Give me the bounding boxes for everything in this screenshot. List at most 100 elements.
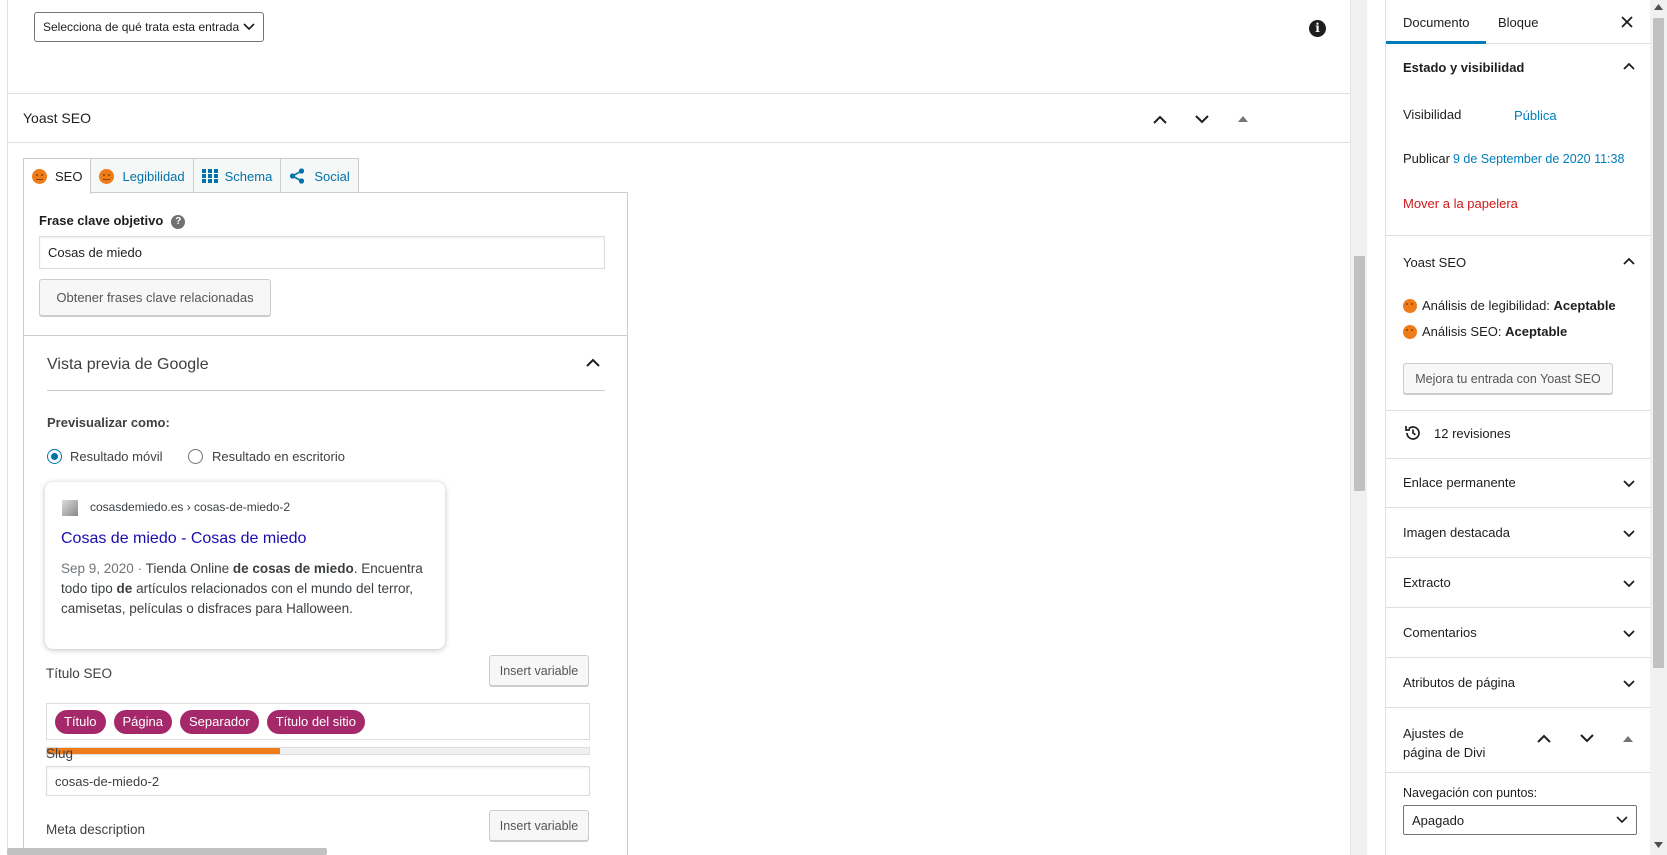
share-icon [290, 168, 305, 184]
tab-seo[interactable]: SEO [23, 158, 92, 194]
publish-date[interactable]: 9 de September de 2020 11:38 [1453, 152, 1624, 166]
editor-scrollbar[interactable] [1350, 0, 1367, 855]
smiley-icon [32, 169, 47, 184]
metabox-title: Yoast SEO [23, 110, 91, 126]
chevron-down-icon[interactable] [1620, 574, 1638, 592]
snippet-date: Sep 9, 2020 · [61, 561, 146, 576]
move-up-button[interactable] [1147, 106, 1173, 132]
excerpt-panel[interactable]: Extracto [1403, 575, 1451, 590]
divider [1386, 410, 1651, 411]
chevron-down-icon[interactable] [1620, 674, 1638, 692]
close-sidebar-button[interactable] [1615, 10, 1639, 34]
yoast-tabs: SEO Legibilidad Schema Social [23, 158, 359, 194]
snippet-bold: de cosas de miedo [232, 561, 354, 576]
scroll-up-arrow-icon[interactable] [1654, 4, 1663, 10]
tab-seo-label: SEO [55, 169, 83, 184]
google-preview-title[interactable]: Vista previa de Google [47, 356, 209, 374]
snippet-url: cosasdemiedo.es › cosas-de-miedo-2 [90, 500, 291, 514]
chevron-up-icon[interactable] [1537, 734, 1551, 743]
variable-pill[interactable]: Título [55, 709, 106, 734]
visibility-value[interactable]: Pública [1514, 108, 1557, 123]
preview-as-label: Previsualizar como: [47, 415, 170, 430]
info-icon[interactable]: i [1309, 20, 1326, 37]
sidebar-tabs: Documento Bloque [1386, 0, 1651, 44]
featured-image-panel[interactable]: Imagen destacada [1403, 525, 1510, 540]
revisions-link[interactable]: 12 revisiones [1434, 426, 1511, 441]
post-format-select[interactable]: Selecciona de qué trata esta entrada [34, 12, 264, 42]
move-to-trash-link[interactable]: Mover a la papelera [1403, 196, 1518, 211]
slug-value: cosas-de-miedo-2 [55, 773, 160, 789]
divi-settings-title[interactable]: Ajustes de página de Divi [1403, 724, 1485, 762]
improve-with-yoast-button[interactable]: Mejora tu entrada con Yoast SEO [1403, 363, 1613, 394]
chevron-down-icon[interactable] [1620, 624, 1638, 642]
tab-block[interactable]: Bloque [1481, 0, 1555, 44]
page-attributes-panel[interactable]: Atributos de página [1403, 675, 1515, 690]
variable-pill[interactable]: Página [113, 709, 172, 734]
variable-pill[interactable]: Título del sitio [266, 709, 365, 734]
comments-panel[interactable]: Comentarios [1403, 625, 1477, 640]
dot-nav-value: Apagado [1412, 812, 1465, 828]
progress-fill [47, 748, 281, 754]
horizontal-scrollbar[interactable] [7, 848, 327, 855]
chevron-up-icon [586, 358, 600, 367]
publish-label: Publicar [1403, 151, 1450, 166]
history-icon [1405, 426, 1420, 440]
smiley-icon [1403, 299, 1417, 313]
toggle-panel-button[interactable] [1230, 106, 1256, 132]
insert-variable-button-2[interactable]: Insert variable [489, 810, 589, 841]
grid-icon [201, 169, 218, 183]
tab-social-label: Social [314, 168, 350, 184]
slug-input[interactable]: cosas-de-miedo-2 [46, 766, 590, 796]
divider [24, 335, 627, 336]
scrollbar-thumb[interactable] [1653, 18, 1664, 668]
google-snippet-card[interactable]: cosasdemiedo.es › cosas-de-miedo-2 Cosas… [45, 482, 445, 649]
chevron-up-icon [1153, 115, 1167, 124]
divider [1386, 707, 1651, 708]
snippet-text: Tienda Online [145, 561, 233, 576]
radio-mobile-label[interactable]: Resultado móvil [70, 449, 163, 464]
scroll-down-arrow-icon[interactable] [1654, 842, 1663, 848]
caret-up-icon[interactable] [1623, 736, 1633, 742]
settings-sidebar: Documento Bloque Estado y visibilidad Vi… [1385, 0, 1651, 855]
variable-pill[interactable]: Separador [180, 709, 259, 734]
radio-mobile[interactable] [47, 449, 62, 464]
post-format-select-label: Selecciona de qué trata esta entrada [43, 20, 240, 34]
tab-readability[interactable]: Legibilidad [90, 158, 194, 193]
snippet-title[interactable]: Cosas de miedo - Cosas de miedo [61, 530, 306, 548]
tab-schema-label: Schema [224, 168, 273, 184]
radio-desktop[interactable] [188, 449, 203, 464]
smiley-icon [1403, 325, 1417, 339]
status-panel-title[interactable]: Estado y visibilidad [1403, 60, 1524, 75]
scrollbar-thumb[interactable] [1354, 256, 1365, 491]
collapse-preview-button[interactable] [586, 358, 600, 367]
dot-nav-select[interactable]: Apagado [1403, 805, 1637, 835]
close-icon [1621, 16, 1633, 28]
divider [1386, 557, 1651, 558]
permalink-panel[interactable]: Enlace permanente [1403, 475, 1516, 490]
seo-title-input[interactable]: Título Página Separador Título del sitio [46, 703, 590, 740]
chevron-down-icon[interactable] [1620, 524, 1638, 542]
yoast-panel-title[interactable]: Yoast SEO [1403, 255, 1466, 270]
divider [47, 390, 605, 391]
insert-variable-button[interactable]: Insert variable [489, 655, 589, 686]
chevron-down-icon[interactable] [1620, 474, 1638, 492]
chevron-up-icon[interactable] [1620, 253, 1638, 271]
seo-analysis: Análisis SEO: Aceptable [1422, 324, 1567, 339]
chevron-down-icon [1195, 114, 1209, 123]
focus-keyphrase-label-text: Frase clave objetivo [39, 213, 164, 228]
tab-schema[interactable]: Schema [192, 158, 282, 193]
focus-keyphrase-value: Cosas de miedo [48, 245, 142, 260]
tab-social[interactable]: Social [280, 158, 359, 193]
help-icon[interactable]: ? [171, 215, 186, 229]
slug-label: Slug [46, 746, 74, 761]
move-down-button[interactable] [1189, 106, 1215, 132]
chevron-down-icon[interactable] [1580, 734, 1594, 743]
meta-description-label: Meta description [46, 822, 146, 837]
radio-desktop-label[interactable]: Resultado en escritorio [212, 449, 345, 464]
related-keyphrases-button[interactable]: Obtener frases clave relacionadas [39, 279, 271, 316]
sidebar-scrollbar[interactable] [1650, 0, 1667, 855]
visibility-label: Visibilidad [1403, 107, 1462, 122]
chevron-up-icon[interactable] [1620, 58, 1638, 76]
focus-keyphrase-input[interactable]: Cosas de miedo [39, 236, 605, 269]
tab-document[interactable]: Documento [1386, 0, 1486, 44]
